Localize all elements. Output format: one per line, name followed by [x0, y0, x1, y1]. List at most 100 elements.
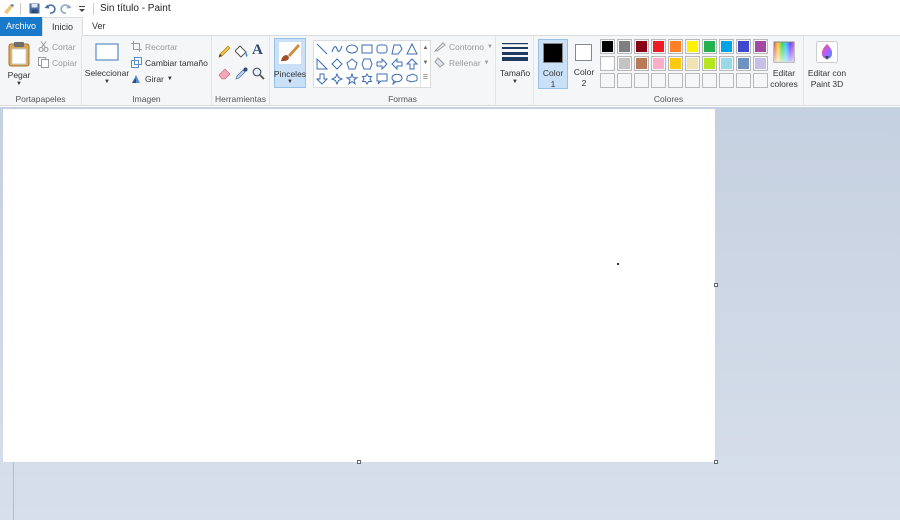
hexagon-shape-icon[interactable] — [360, 57, 374, 71]
workspace — [0, 107, 900, 520]
rectangle-shape-icon[interactable] — [360, 42, 374, 56]
six-point-star-shape-icon[interactable] — [360, 72, 374, 86]
brushes-label: Pinceles — [273, 69, 307, 79]
edit-colors-button[interactable]: Editar colores — [767, 39, 801, 91]
color-swatch[interactable] — [617, 56, 632, 71]
swatch-fill — [653, 75, 664, 86]
right-triangle-shape-icon[interactable] — [315, 57, 329, 71]
color-swatch[interactable] — [651, 39, 666, 54]
color-swatch[interactable] — [702, 56, 717, 71]
redo-icon[interactable] — [59, 2, 73, 16]
outline-button[interactable]: Contorno ▼ — [434, 41, 493, 52]
edit-paint3d-button[interactable]: Editar con Paint 3D — [804, 39, 850, 91]
eraser-icon[interactable] — [218, 67, 231, 82]
color-swatch[interactable] — [668, 73, 683, 88]
resize-handle-right[interactable] — [714, 283, 718, 287]
drawing-canvas[interactable] — [3, 109, 715, 462]
rotate-button[interactable]: Girar ▼ — [131, 73, 173, 84]
tab-ver[interactable]: Ver — [83, 17, 115, 36]
swatch-fill — [721, 41, 732, 52]
oval-shape-icon[interactable] — [345, 42, 359, 56]
fill-icon[interactable] — [234, 45, 248, 60]
color-picker-icon[interactable] — [235, 67, 248, 82]
rect-callout-shape-icon[interactable] — [375, 72, 389, 86]
color-swatch[interactable] — [685, 73, 700, 88]
color-swatch[interactable] — [600, 56, 615, 71]
shapes-gallery[interactable]: ▲ ▼ ☰ — [313, 40, 431, 88]
paint-app-icon[interactable] — [2, 2, 16, 16]
crop-label: Recortar — [145, 41, 178, 52]
color-swatch[interactable] — [634, 39, 649, 54]
cut-button[interactable]: Cortar — [38, 41, 76, 52]
size-button[interactable]: Tamaño ▼ — [498, 40, 532, 90]
copy-button[interactable]: Copiar — [38, 57, 77, 68]
oval-callout-shape-icon[interactable] — [390, 72, 404, 86]
resize-button[interactable]: Cambiar tamaño — [131, 57, 208, 68]
color-swatch[interactable] — [634, 73, 649, 88]
color-swatch[interactable] — [600, 73, 615, 88]
color-swatch[interactable] — [685, 56, 700, 71]
gallery-scroll[interactable]: ▲ ▼ ☰ — [420, 41, 430, 87]
color-swatch[interactable] — [753, 56, 768, 71]
diamond-shape-icon[interactable] — [330, 57, 344, 71]
brushes-button[interactable]: Pinceles ▼ — [274, 38, 306, 88]
color-swatch[interactable] — [736, 39, 751, 54]
select-label: Seleccionar — [84, 68, 130, 78]
color-swatch[interactable] — [719, 73, 734, 88]
divider — [20, 2, 21, 15]
four-point-star-shape-icon[interactable] — [330, 72, 344, 86]
color-swatch[interactable] — [753, 73, 768, 88]
scissors-icon — [38, 41, 49, 52]
rounded-rectangle-shape-icon[interactable] — [375, 42, 389, 56]
five-point-star-shape-icon[interactable] — [345, 72, 359, 86]
image-group-label: Imagen — [132, 94, 161, 104]
color-swatch[interactable] — [736, 56, 751, 71]
size-group: Tamaño ▼ — [496, 36, 534, 106]
left-arrow-shape-icon[interactable] — [390, 57, 404, 71]
crop-button[interactable]: Recortar — [131, 41, 178, 52]
paste-button[interactable]: Pegar ▼ — [4, 39, 34, 89]
resize-handle-bottom[interactable] — [357, 460, 361, 464]
up-arrow-shape-icon[interactable] — [405, 57, 419, 71]
curve-shape-icon[interactable] — [330, 42, 344, 56]
tab-inicio[interactable]: Inicio — [42, 17, 84, 37]
color-swatch[interactable] — [668, 56, 683, 71]
line-shape-icon[interactable] — [315, 42, 329, 56]
color-swatch[interactable] — [719, 39, 734, 54]
swatch-fill — [670, 58, 681, 69]
customize-qa-icon[interactable] — [75, 2, 89, 16]
color-swatch[interactable] — [651, 73, 666, 88]
triangle-shape-icon[interactable] — [405, 42, 419, 56]
undo-icon[interactable] — [43, 2, 57, 16]
color-swatch[interactable] — [702, 73, 717, 88]
select-button[interactable]: Seleccionar ▼ — [85, 40, 129, 90]
cloud-callout-shape-icon[interactable] — [405, 72, 419, 86]
pencil-icon[interactable] — [218, 45, 231, 60]
chevron-down-icon: ▼ — [104, 79, 110, 85]
color2-button[interactable]: Color 2 — [570, 39, 598, 89]
pentagon-shape-icon[interactable] — [345, 57, 359, 71]
edit-colors-label-2: colores — [770, 79, 798, 89]
down-arrow-shape-icon[interactable] — [315, 72, 329, 86]
swatch-fill — [636, 41, 647, 52]
tab-archivo[interactable]: Archivo — [0, 17, 42, 36]
resize-handle-corner[interactable] — [714, 460, 718, 464]
color-swatch[interactable] — [634, 56, 649, 71]
polygon-shape-icon[interactable] — [390, 42, 404, 56]
fill-shape-button[interactable]: Rellenar ▼ — [434, 57, 490, 68]
color-swatch[interactable] — [719, 56, 734, 71]
color-swatch[interactable] — [651, 56, 666, 71]
magnifier-icon[interactable] — [252, 67, 265, 82]
color-swatch[interactable] — [702, 39, 717, 54]
color-swatch[interactable] — [617, 39, 632, 54]
color1-button[interactable]: Color 1 — [538, 39, 568, 89]
color-swatch[interactable] — [600, 39, 615, 54]
text-icon[interactable]: A — [252, 42, 263, 59]
right-arrow-shape-icon[interactable] — [375, 57, 389, 71]
save-icon[interactable] — [27, 2, 41, 16]
color-swatch[interactable] — [617, 73, 632, 88]
color-swatch[interactable] — [685, 39, 700, 54]
color-swatch[interactable] — [668, 39, 683, 54]
color-swatch[interactable] — [753, 39, 768, 54]
color-swatch[interactable] — [736, 73, 751, 88]
